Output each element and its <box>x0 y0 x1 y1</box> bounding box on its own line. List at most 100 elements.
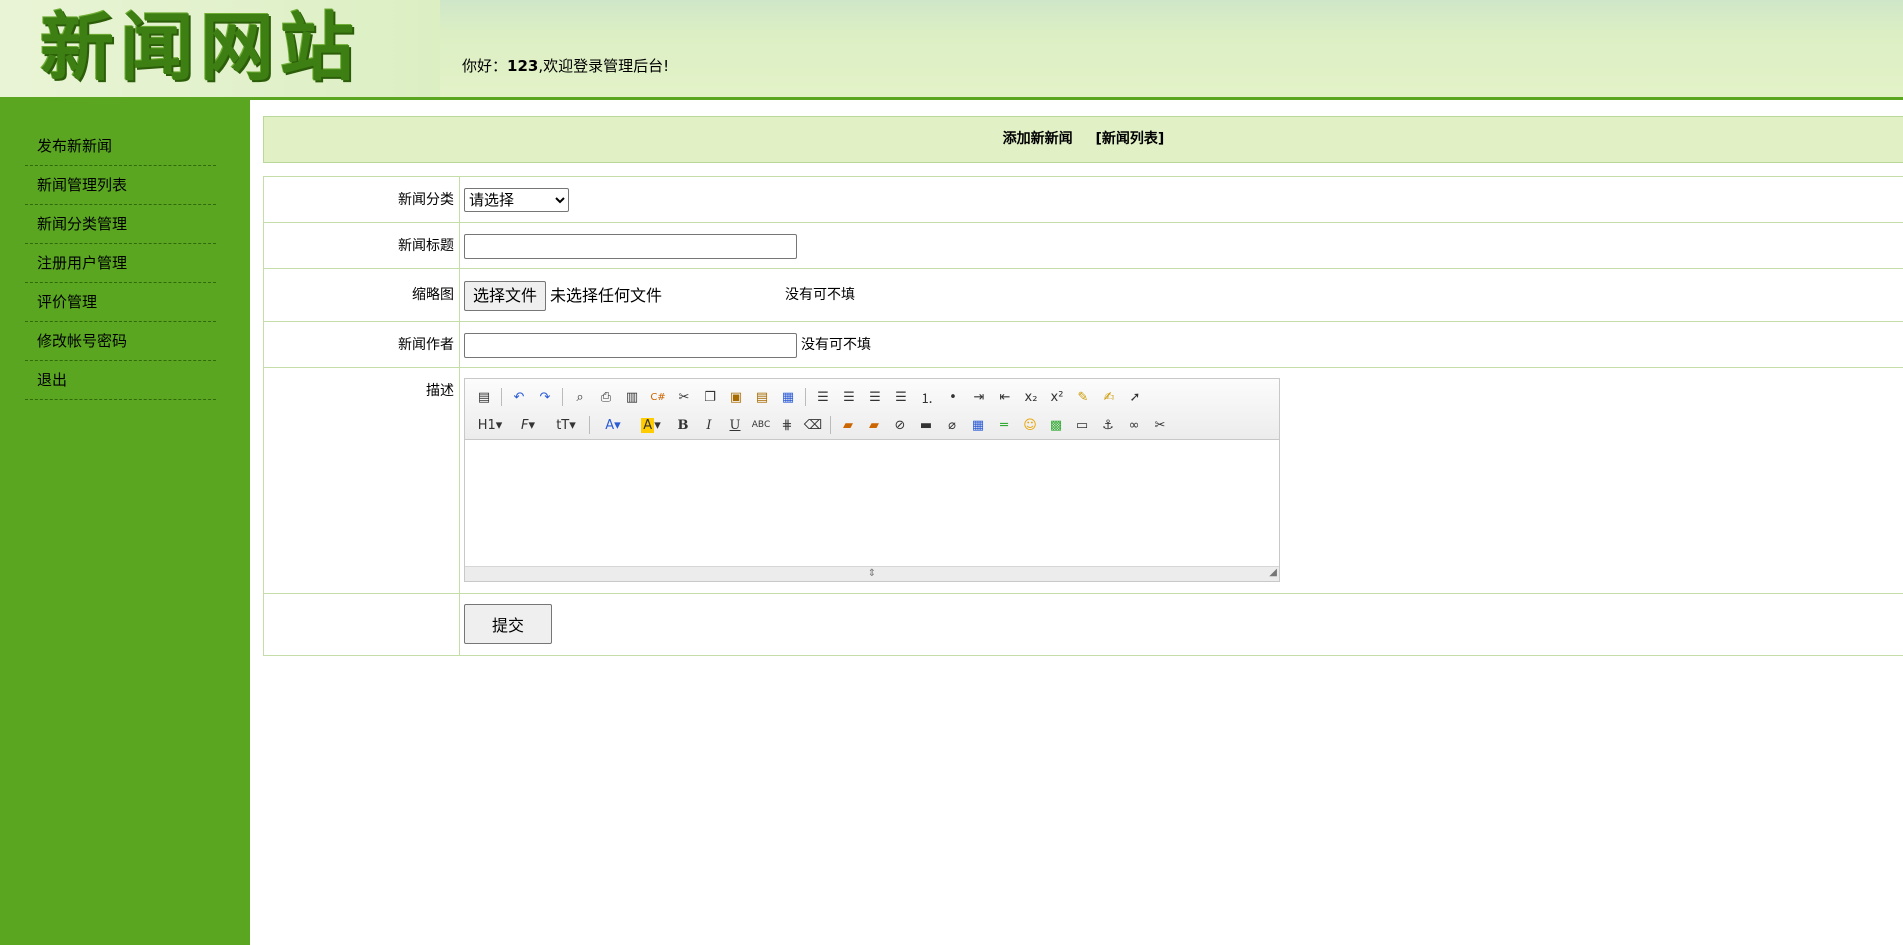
media-icon[interactable]: ▬ <box>915 414 937 436</box>
preview-icon[interactable]: ⌕ <box>569 386 591 408</box>
toolbar-separator <box>805 388 806 406</box>
author-hint: 没有可不填 <box>801 337 871 353</box>
font-family-icon[interactable]: F▾ <box>511 414 545 436</box>
italic-icon[interactable]: I <box>698 414 720 436</box>
author-row: 新闻作者 没有可不填 <box>264 322 1903 368</box>
unlink-icon[interactable]: ✂ <box>1149 414 1171 436</box>
attachment-icon[interactable]: ⌀ <box>941 414 963 436</box>
page-title: 添加新新闻 <box>1002 131 1073 147</box>
paste-plain-icon[interactable]: ▤ <box>751 386 773 408</box>
sidebar-item-news-list[interactable]: 新闻管理列表 <box>25 166 216 205</box>
header: 新闻网站 你好：123,欢迎登录管理后台! <box>0 0 1903 100</box>
font-size-icon[interactable]: tT▾ <box>549 414 583 436</box>
strikethrough-icon[interactable]: ABC <box>750 414 772 436</box>
greeting-suffix: ,欢迎登录管理后台! <box>538 57 670 75</box>
thumbnail-row: 缩略图 选择文件 未选择任何文件 没有可不填 <box>264 269 1903 322</box>
undo-icon[interactable]: ↶ <box>508 386 530 408</box>
sidebar-item-logout[interactable]: 退出 <box>25 361 216 400</box>
author-label: 新闻作者 <box>264 322 460 367</box>
link-icon[interactable]: ∞ <box>1123 414 1145 436</box>
news-form: 新闻分类 请选择 新闻标题 缩略图 选择文件 未选择任何文件 没有可不填 新闻作者 <box>263 176 1903 656</box>
source-icon[interactable]: ▤ <box>473 386 495 408</box>
editor-toolbar: ▤ ↶ ↷ ⌕ ⎙ ▥ C# ✂ ❐ ▣ ▤ ▦ ☰ ☰ ☰ ☰ ⒈ • ⇥ ⇤… <box>465 379 1279 440</box>
sidebar-item-change-password[interactable]: 修改帐号密码 <box>25 322 216 361</box>
heading-icon[interactable]: H1▾ <box>473 414 507 436</box>
cut-icon[interactable]: ✂ <box>673 386 695 408</box>
logo-text: 新闻网站 <box>40 5 360 91</box>
file-status: 未选择任何文件 <box>550 286 663 305</box>
username: 123 <box>507 57 539 75</box>
table-icon[interactable]: ▦ <box>967 414 989 436</box>
anchor-icon[interactable]: ⚓ <box>1097 414 1119 436</box>
category-label: 新闻分类 <box>264 177 460 222</box>
choose-file-button[interactable]: 选择文件 <box>464 280 547 311</box>
resize-corner-icon[interactable]: ◢ <box>1269 566 1277 580</box>
line-height-icon[interactable]: ⋕ <box>776 414 798 436</box>
thumbnail-hint: 没有可不填 <box>785 287 855 303</box>
description-label: 描述 <box>264 368 460 593</box>
editor-resize-bar[interactable]: ⇕ ◢ <box>465 566 1279 581</box>
hr-icon[interactable]: ═ <box>993 414 1015 436</box>
ordered-list-icon[interactable]: ⒈ <box>916 386 938 408</box>
code-icon[interactable]: C# <box>647 386 669 408</box>
category-select[interactable]: 请选择 <box>464 188 569 212</box>
template-icon[interactable]: ▥ <box>621 386 643 408</box>
align-right-icon[interactable]: ☰ <box>864 386 886 408</box>
toolbar-separator <box>589 416 590 434</box>
rich-text-editor: ▤ ↶ ↷ ⌕ ⎙ ▥ C# ✂ ❐ ▣ ▤ ▦ ☰ ☰ ☰ ☰ ⒈ • ⇥ ⇤… <box>464 378 1280 582</box>
redo-icon[interactable]: ↷ <box>534 386 556 408</box>
image-icon[interactable]: ▰ <box>837 414 859 436</box>
select-all-icon[interactable]: ✍ <box>1098 386 1120 408</box>
map-icon[interactable]: ▩ <box>1045 414 1067 436</box>
submit-button[interactable]: 提交 <box>464 604 552 644</box>
print-icon[interactable]: ⎙ <box>595 386 617 408</box>
title-input[interactable] <box>464 233 797 259</box>
greeting-prefix: 你好： <box>462 57 508 75</box>
align-justify-icon[interactable]: ☰ <box>890 386 912 408</box>
indent-icon[interactable]: ⇥ <box>968 386 990 408</box>
subscript-icon[interactable]: x₂ <box>1020 386 1042 408</box>
resize-grip-icon: ⇕ <box>867 568 877 579</box>
sidebar-menu: 发布新新闻 新闻管理列表 新闻分类管理 注册用户管理 评价管理 修改帐号密码 退… <box>25 127 216 400</box>
paste-icon[interactable]: ▣ <box>725 386 747 408</box>
sidebar-item-user-manage[interactable]: 注册用户管理 <box>25 244 216 283</box>
highlight-icon[interactable]: A ▾ <box>634 414 668 436</box>
logo: 新闻网站 <box>0 0 440 97</box>
sidebar-item-review-manage[interactable]: 评价管理 <box>25 283 216 322</box>
font-color-icon[interactable]: A▾ <box>596 414 630 436</box>
title-bar: 添加新新闻 [新闻列表] <box>263 116 1903 163</box>
emoticon-icon[interactable]: ☺ <box>1019 414 1041 436</box>
clear-format-icon[interactable]: ✎ <box>1072 386 1094 408</box>
copy-icon[interactable]: ❐ <box>699 386 721 408</box>
sidebar-item-publish-news[interactable]: 发布新新闻 <box>25 127 216 166</box>
superscript-icon[interactable]: x² <box>1046 386 1068 408</box>
multi-image-icon[interactable]: ▰ <box>863 414 885 436</box>
bold-icon[interactable]: B <box>672 414 694 436</box>
author-input[interactable] <box>464 332 797 358</box>
align-left-icon[interactable]: ☰ <box>812 386 834 408</box>
unordered-list-icon[interactable]: • <box>942 386 964 408</box>
toolbar-separator <box>830 416 831 434</box>
align-center-icon[interactable]: ☰ <box>838 386 860 408</box>
flash-icon[interactable]: ⊘ <box>889 414 911 436</box>
sidebar-item-category-manage[interactable]: 新闻分类管理 <box>25 205 216 244</box>
editor-content-area[interactable] <box>465 440 1279 566</box>
news-list-link[interactable]: [新闻列表] <box>1096 131 1165 147</box>
title-row: 新闻标题 <box>264 223 1903 269</box>
description-row: 描述 ▤ ↶ ↷ ⌕ ⎙ ▥ C# ✂ ❐ ▣ ▤ ▦ ☰ ☰ ☰ ☰ ⒈ • … <box>264 368 1903 594</box>
paste-word-icon[interactable]: ▦ <box>777 386 799 408</box>
toolbar-row-1: ▤ ↶ ↷ ⌕ ⎙ ▥ C# ✂ ❐ ▣ ▤ ▦ ☰ ☰ ☰ ☰ ⒈ • ⇥ ⇤… <box>473 383 1271 411</box>
eraser-icon[interactable]: ⌫ <box>802 414 824 436</box>
category-row: 新闻分类 请选择 <box>264 177 1903 223</box>
toolbar-row-2: H1▾ F▾ tT▾ A▾ A ▾ B I U ABC ⋕ ⌫ ▰ ▰ ⊘ ▬ … <box>473 411 1271 439</box>
sidebar: 发布新新闻 新闻管理列表 新闻分类管理 注册用户管理 评价管理 修改帐号密码 退… <box>0 100 250 945</box>
pagebreak-icon[interactable]: ▭ <box>1071 414 1093 436</box>
greeting: 你好：123,欢迎登录管理后台! <box>462 55 669 76</box>
thumbnail-label: 缩略图 <box>264 269 460 321</box>
outdent-icon[interactable]: ⇤ <box>994 386 1016 408</box>
underline-icon[interactable]: U <box>724 414 746 436</box>
submit-row: 提交 <box>264 594 1903 655</box>
toolbar-separator <box>562 388 563 406</box>
cursor-icon[interactable]: ➚ <box>1124 386 1146 408</box>
main-content: 添加新新闻 [新闻列表] 新闻分类 请选择 新闻标题 缩略图 选择文件 未选择任何… <box>263 116 1903 656</box>
